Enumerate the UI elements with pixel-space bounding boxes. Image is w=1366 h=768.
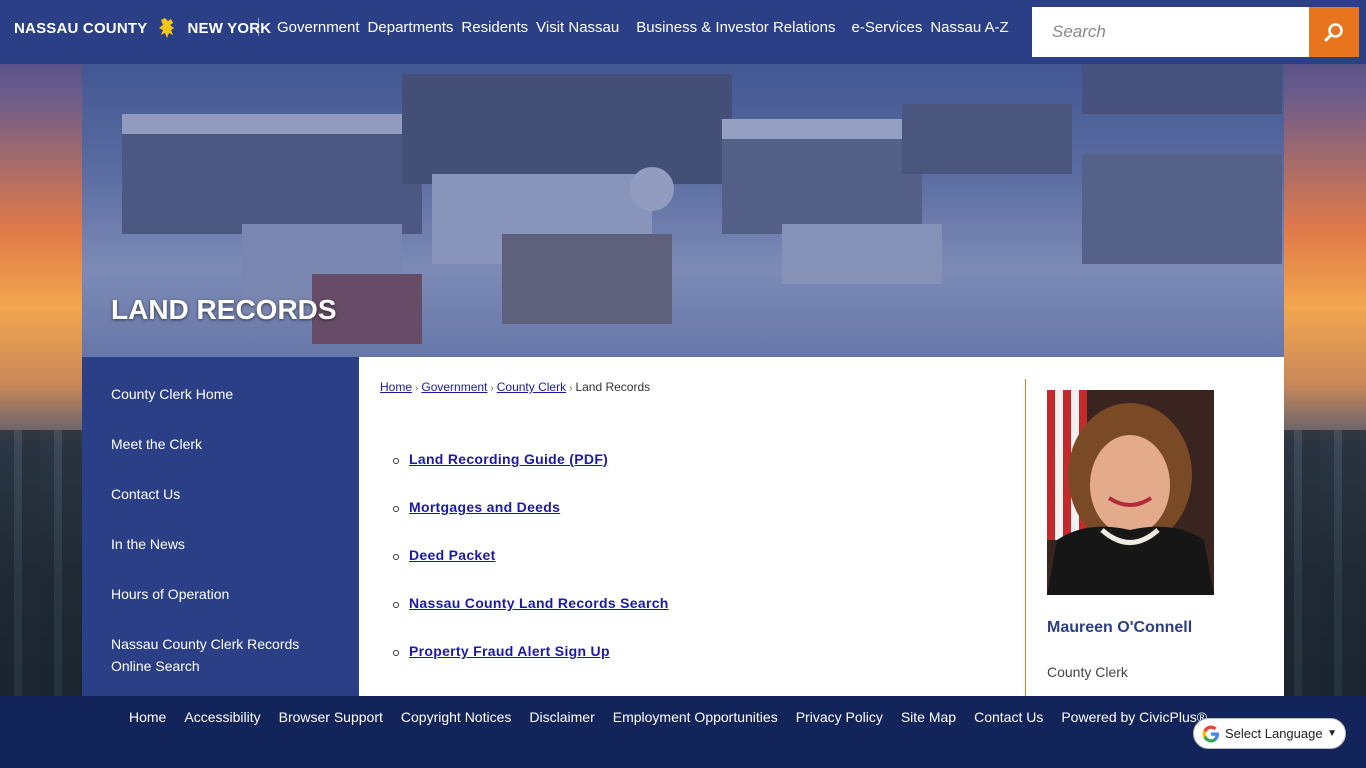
site-logo[interactable]: NASSAU COUNTY NEW YORK: [14, 16, 271, 40]
page-banner: LAND RECORDS: [82, 64, 1284, 357]
list-item: Mortgages and Deeds: [391, 499, 669, 547]
sidebar-item-in-the-news[interactable]: In the News: [82, 533, 359, 555]
sidebar-item-hours-of-operation[interactable]: Hours of Operation: [82, 583, 359, 605]
language-selector[interactable]: Select Language ▼: [1193, 718, 1346, 749]
breadcrumb-separator: ›: [490, 383, 494, 394]
footer-link-privacy-policy[interactable]: Privacy Policy: [787, 708, 892, 726]
list-item: Deed Packet: [391, 547, 669, 595]
google-icon: [1202, 725, 1219, 742]
breadcrumb: Home › Government › County Clerk › Land Record…: [380, 380, 650, 394]
nav-e-services[interactable]: e-Services: [847, 18, 926, 38]
clerk-photo: [1047, 390, 1214, 595]
list-item: Nassau County Land Records Search: [391, 595, 669, 643]
footer-link-accessibility[interactable]: Accessibility: [175, 708, 269, 726]
main-content: Home › Government › County Clerk › Land Record…: [359, 357, 1284, 696]
nav-business[interactable]: Business & Investor Relations: [632, 18, 839, 38]
content-divider: [1025, 379, 1026, 696]
link-deed-packet[interactable]: Deed Packet: [409, 547, 496, 563]
nav-departments[interactable]: Departments: [364, 18, 458, 38]
sidebar-item-meet-the-clerk[interactable]: Meet the Clerk: [82, 433, 359, 455]
footer-link-disclaimer[interactable]: Disclaimer: [520, 708, 603, 726]
footer-link-contact-us[interactable]: Contact Us: [965, 708, 1052, 726]
footer-link-employment[interactable]: Employment Opportunities: [604, 708, 787, 726]
site-header: NASSAU COUNTY NEW YORK Government Depart…: [0, 0, 1366, 64]
link-land-recording-guide[interactable]: Land Recording Guide (PDF): [409, 451, 608, 467]
breadcrumb-home[interactable]: Home: [380, 380, 412, 394]
breadcrumb-current: Land Records: [575, 380, 651, 394]
site-footer: Home Accessibility Browser Support Copyr…: [0, 696, 1366, 768]
logo-divider: [258, 18, 259, 36]
page-title: LAND RECORDS: [111, 294, 337, 325]
search-button[interactable]: [1309, 7, 1359, 57]
nav-government[interactable]: Government: [273, 18, 364, 38]
link-property-fraud-alert[interactable]: Property Fraud Alert Sign Up: [409, 643, 610, 659]
lion-icon: [159, 18, 175, 38]
main-nav: Government Departments Residents Visit N…: [270, 18, 1013, 38]
land-records-links: Land Recording Guide (PDF) Mortgages and…: [391, 451, 669, 691]
list-item: Property Fraud Alert Sign Up: [391, 643, 669, 691]
sidebar-item-contact-us[interactable]: Contact Us: [82, 483, 359, 505]
breadcrumb-separator: ›: [569, 383, 573, 394]
breadcrumb-separator: ›: [415, 383, 419, 394]
breadcrumb-county-clerk[interactable]: County Clerk: [497, 380, 566, 394]
sidebar: County Clerk Home Meet the Clerk Contact…: [82, 357, 359, 696]
footer-link-civicplus[interactable]: Powered by CivicPlus®: [1052, 708, 1216, 726]
footer-link-site-map[interactable]: Site Map: [892, 708, 965, 726]
sidebar-item-records-online-search[interactable]: Nassau County Clerk Records Online Searc…: [82, 633, 359, 677]
clerk-title: County Clerk: [1047, 664, 1128, 680]
link-mortgages-and-deeds[interactable]: Mortgages and Deeds: [409, 499, 560, 515]
link-land-records-search[interactable]: Nassau County Land Records Search: [409, 595, 669, 611]
logo-text-left: NASSAU COUNTY: [14, 19, 148, 37]
nav-residents[interactable]: Residents: [457, 18, 532, 38]
footer-link-copyright-notices[interactable]: Copyright Notices: [392, 708, 521, 726]
search-input[interactable]: [1032, 7, 1309, 57]
chevron-down-icon: ▼: [1327, 728, 1337, 739]
sidebar-item-county-clerk-home[interactable]: County Clerk Home: [82, 383, 359, 405]
search-icon: [1324, 23, 1343, 42]
clerk-name: Maureen O'Connell: [1047, 619, 1193, 636]
footer-link-home[interactable]: Home: [120, 708, 175, 726]
nav-visit-nassau[interactable]: Visit Nassau: [532, 18, 623, 38]
nav-nassau-a-z[interactable]: Nassau A-Z: [926, 18, 1012, 38]
list-item: Land Recording Guide (PDF): [391, 451, 669, 499]
breadcrumb-government[interactable]: Government: [421, 380, 487, 394]
footer-link-browser-support[interactable]: Browser Support: [270, 708, 392, 726]
footer-nav: Home Accessibility Browser Support Copyr…: [120, 708, 1216, 726]
clerk-portrait: [1047, 390, 1214, 595]
language-label: Select Language: [1225, 726, 1323, 741]
